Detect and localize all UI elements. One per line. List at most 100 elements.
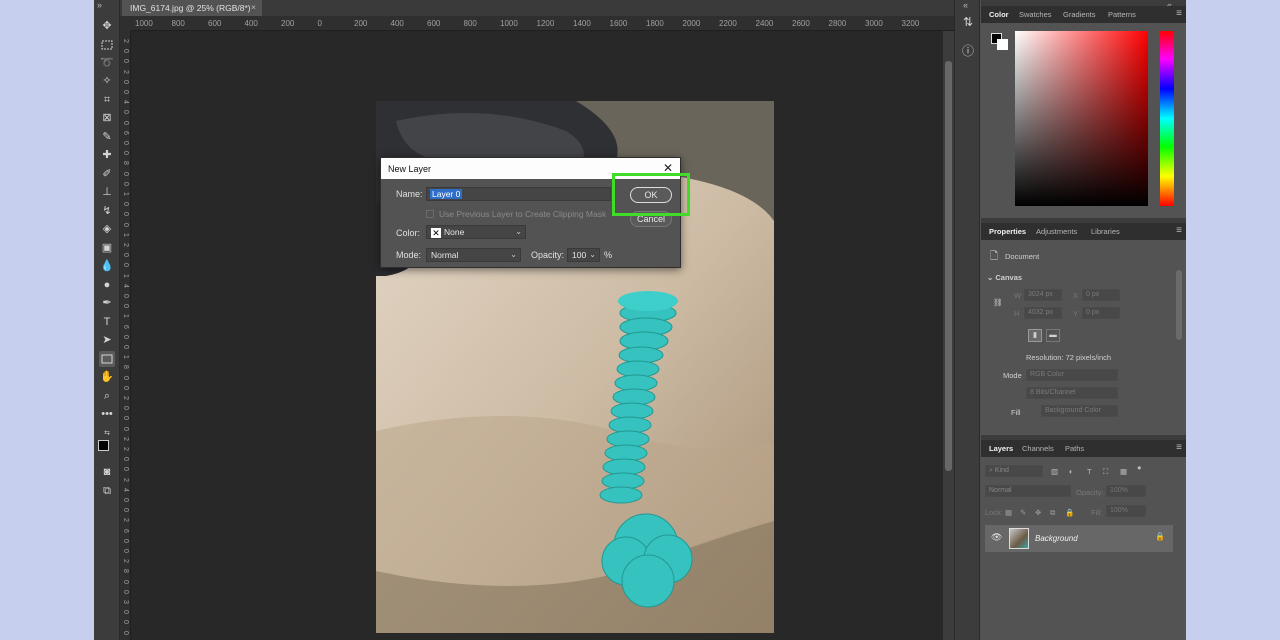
filter-toggle-icon[interactable]: ● (1137, 463, 1142, 472)
pen-tool-icon[interactable]: ✒ (99, 295, 115, 311)
opacity-input[interactable]: 100 ⌄ (567, 248, 600, 262)
mode-select[interactable]: Normal ⌄ (426, 248, 521, 262)
width-field[interactable]: 3024 px (1024, 289, 1062, 301)
panel-menu-icon[interactable]: ≡ (1176, 8, 1182, 19)
tab-libraries[interactable]: Libraries (1091, 227, 1120, 236)
eraser-tool-icon[interactable]: ◈ (99, 221, 115, 237)
clone-stamp-tool-icon[interactable]: ⊥ (99, 184, 115, 200)
chevron-down-icon[interactable]: ⌄ (589, 250, 596, 259)
layer-row[interactable]: 👁 Background 🔒 (985, 525, 1173, 552)
color-select[interactable]: ✕ None ⌄ (426, 225, 526, 239)
color-picker-field[interactable] (1015, 31, 1148, 206)
gradient-tool-icon[interactable]: ▣ (99, 240, 115, 256)
dodge-tool-icon[interactable]: ● (99, 277, 115, 293)
tab-channels[interactable]: Channels (1022, 444, 1054, 453)
layers-panel: ⌕ Kind ▨ ◐ T ⛶ ▦ ● Normal Opacity: 100% … (981, 457, 1186, 640)
name-label: Name: (396, 189, 423, 199)
vertical-scrollbar[interactable] (943, 31, 954, 640)
vertical-ruler[interactable]: 2 0 0 2 0 0 4 0 0 6 0 0 8 0 0 1 0 0 0 1 2 0 0 1 4 0 0 1 6 0 0 1 8 0 0 2 0 0 0 2… (120, 31, 131, 640)
more-tools-icon[interactable]: ••• (99, 406, 115, 422)
history-panel-icon[interactable]: ⇅ (961, 15, 975, 29)
ruler-v-tick-label: 8 (122, 569, 129, 574)
brush-tool-icon[interactable]: ✐ (99, 166, 115, 182)
y-label: Y (1073, 309, 1079, 318)
filter-adjustment-icon[interactable]: ◐ (1069, 467, 1074, 476)
close-tab-icon[interactable]: × (251, 2, 256, 12)
y-field[interactable]: 0 px (1082, 307, 1120, 319)
path-selection-tool-icon[interactable]: ➤ (99, 332, 115, 348)
y-value: 0 px (1086, 309, 1100, 316)
history-brush-tool-icon[interactable]: ↯ (99, 203, 115, 219)
swap-colors-icon[interactable]: ⇆ (99, 425, 115, 441)
filter-smart-object-icon[interactable]: ▦ (1120, 467, 1127, 476)
panel-menu-icon[interactable]: ≡ (1176, 442, 1182, 453)
marquee-tool-icon[interactable] (99, 37, 115, 53)
layer-fill-field[interactable]: 100% (1106, 505, 1146, 517)
fill-label: Fill: (1091, 508, 1103, 517)
fill-select[interactable]: Background Color (1041, 405, 1118, 417)
lock-pixels-icon[interactable]: ✎ (1020, 508, 1026, 517)
properties-scrollbar[interactable] (1176, 270, 1182, 340)
healing-brush-tool-icon[interactable]: ✚ (99, 147, 115, 163)
bit-depth-select[interactable]: 8 Bits/Channel (1026, 387, 1118, 399)
tab-gradients[interactable]: Gradients (1063, 10, 1096, 19)
layer-filter-search[interactable]: ⌕ Kind (985, 465, 1043, 477)
lock-all-icon[interactable]: 🔒 (1065, 508, 1074, 517)
background-color-chip[interactable] (997, 39, 1008, 50)
x-field[interactable]: 0 px (1082, 289, 1120, 301)
collapse-toolbar-icon[interactable]: » (97, 0, 102, 10)
filter-shape-icon[interactable]: ⛶ (1103, 467, 1108, 477)
ok-button-highlight (612, 173, 690, 216)
crop-tool-icon[interactable]: ⌗ (99, 92, 115, 108)
clipping-mask-checkbox[interactable] (426, 210, 434, 218)
magic-wand-tool-icon[interactable]: ✧ (99, 73, 115, 89)
type-tool-icon[interactable]: T (99, 314, 115, 330)
landscape-orientation-icon[interactable]: ▬ (1046, 329, 1060, 342)
tab-swatches[interactable]: Swatches (1019, 10, 1052, 19)
collapse-strip-icon[interactable]: « (963, 0, 968, 10)
eye-icon[interactable]: 👁 (991, 532, 1002, 543)
foreground-color-swatch[interactable] (98, 440, 109, 451)
tab-paths[interactable]: Paths (1065, 444, 1084, 453)
quick-mask-icon[interactable]: ◙ (99, 464, 115, 480)
filter-pixel-icon[interactable]: ▨ (1051, 467, 1058, 476)
lasso-tool-icon[interactable]: ➰ (99, 55, 115, 71)
lock-artboard-icon[interactable]: ⧉ (1050, 508, 1055, 518)
filter-type-icon[interactable]: T (1087, 467, 1092, 476)
layer-name[interactable]: Background (1035, 534, 1078, 543)
layer-name-input[interactable]: Layer 0 (426, 187, 611, 201)
tab-adjustments[interactable]: Adjustments (1036, 227, 1077, 236)
document-tab[interactable]: IMG_6174.jpg @ 25% (RGB/8*) × (122, 0, 262, 16)
layer-opacity-field[interactable]: 100% (1106, 485, 1146, 497)
horizontal-ruler[interactable]: 1000 800 600 400 200 0 200 400 600 800 1000 1200 140… (131, 16, 954, 31)
move-tool-icon[interactable]: ✥ (99, 18, 115, 34)
screen-mode-icon[interactable]: ⧉ (99, 483, 115, 499)
zoom-tool-icon[interactable]: ⌕ (99, 388, 115, 404)
info-panel-icon[interactable]: ⓘ (961, 44, 975, 58)
canvas-section-header[interactable]: ⌄ Canvas (987, 273, 1022, 282)
tab-patterns[interactable]: Patterns (1108, 10, 1136, 19)
portrait-orientation-icon[interactable]: ▮ (1028, 329, 1042, 342)
blend-mode-select[interactable]: Normal (985, 485, 1071, 497)
lock-position-icon[interactable]: ✥ (1035, 508, 1041, 517)
link-icon[interactable]: ⛓ (993, 298, 1003, 307)
lock-transparency-icon[interactable]: ▦ (1005, 508, 1012, 517)
canvas-workspace[interactable] (131, 31, 943, 640)
eyedropper-tool-icon[interactable]: ✎ (99, 129, 115, 145)
blur-tool-icon[interactable]: 💧 (99, 258, 115, 274)
tab-layers[interactable]: Layers (989, 444, 1013, 453)
hand-tool-icon[interactable]: ✋ (99, 369, 115, 385)
ruler-h-tick-label: 2800 (828, 19, 847, 28)
ruler-origin[interactable] (120, 16, 131, 31)
scrollbar-thumb[interactable] (945, 61, 952, 471)
tab-properties[interactable]: Properties (989, 227, 1026, 236)
height-field[interactable]: 4032 px (1024, 307, 1062, 319)
color-mode-select[interactable]: RGB Color (1026, 369, 1118, 381)
ruler-v-tick-label: 4 (122, 487, 129, 492)
hue-slider[interactable] (1160, 31, 1174, 206)
frame-tool-icon[interactable]: ⊠ (99, 110, 115, 126)
panel-menu-icon[interactable]: ≡ (1176, 225, 1182, 236)
tab-color[interactable]: Color (989, 10, 1009, 19)
lock-icon[interactable]: 🔒 (1155, 532, 1165, 541)
rectangle-tool-icon[interactable] (99, 351, 115, 367)
